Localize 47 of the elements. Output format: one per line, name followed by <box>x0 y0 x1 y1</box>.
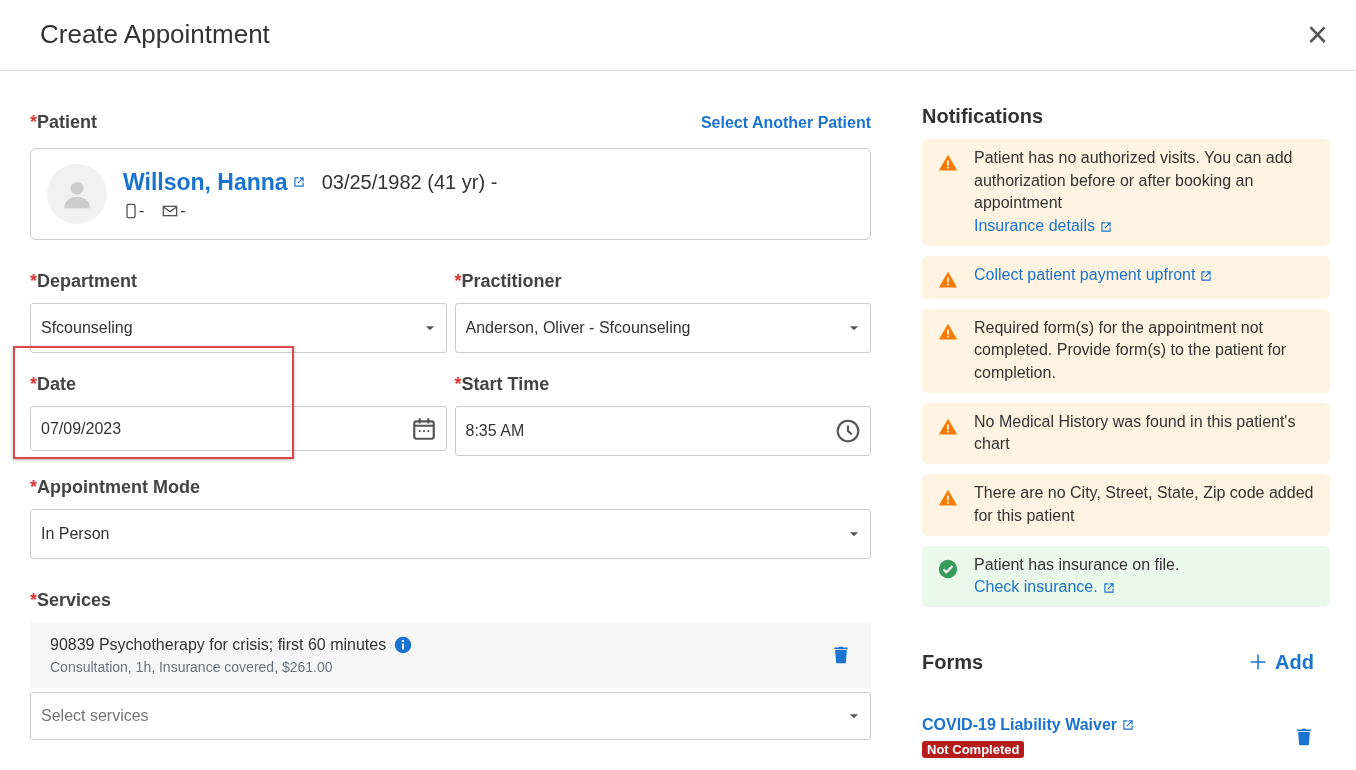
notification-text: There are no City, Street, State, Zip code added for this patient <box>974 483 1315 526</box>
external-link-icon <box>1199 268 1214 283</box>
field-label: *Department <box>30 270 138 293</box>
service-details: Consultation, 1h, Insurance covered, $261.00 <box>50 657 334 677</box>
date-field[interactable]: 07/09/2023 <box>30 406 447 451</box>
window-title: Create Appointment <box>40 19 270 51</box>
external-link-icon <box>291 175 306 189</box>
external-link-icon <box>1101 581 1116 596</box>
time-field[interactable]: 8:35 AM <box>454 406 871 456</box>
notification-text: Patient has insurance on file. <box>974 554 1180 575</box>
plus-icon <box>1249 653 1268 672</box>
select-field[interactable]: In Person <box>30 509 871 559</box>
add-button[interactable]: Add <box>1249 647 1314 678</box>
notification-link[interactable]: Check insurance. <box>974 578 1116 596</box>
select-patient-link[interactable]: Select Another Patient <box>700 111 871 135</box>
external-link-icon <box>1121 718 1135 733</box>
check-circle-icon <box>938 559 958 580</box>
form-link[interactable]: COVID-19 Liability Waiver <box>922 713 1135 738</box>
notification-text: Patient has no authorized visits. You can add authorization before or after booking an appointment <box>974 148 1294 214</box>
notification-link[interactable]: Collect patient payment upfront <box>974 265 1214 283</box>
status-badge: Not Completed <box>922 741 1025 759</box>
field-label: *Services <box>30 589 112 612</box>
phone-value: - <box>139 201 145 222</box>
patient-name-link[interactable]: Willson, Hanna <box>123 164 288 200</box>
section-title: Forms <box>922 650 984 676</box>
phone-icon <box>123 202 139 221</box>
clock-icon <box>835 418 861 444</box>
patient-dob: 03/25/1982 (41 yr) - <box>321 170 498 195</box>
section-title: Notifications <box>922 104 1045 129</box>
services-select[interactable]: Select services <box>30 692 871 740</box>
email-value: - <box>180 201 186 222</box>
external-link-icon <box>1098 219 1113 234</box>
info-icon <box>394 635 413 654</box>
field-label: *Practitioner <box>454 270 562 293</box>
warning-icon <box>938 322 958 343</box>
select-field[interactable]: Sfcounseling <box>30 303 447 353</box>
close-button[interactable]: × <box>1300 17 1334 53</box>
notification-text: No Medical History was found in this patient's chart <box>974 411 1297 455</box>
field-label: *Start Time <box>454 373 550 396</box>
select-field[interactable]: Anderson, Oliver - Sfcounseling <box>454 303 871 353</box>
notification-link[interactable]: Insurance details <box>974 217 1113 235</box>
calendar-icon <box>410 415 437 442</box>
field-label: *Patient <box>30 111 98 134</box>
notification-text: Required form(s) for the appointment not completed. Provide form(s) to the patient for completion. <box>974 317 1288 384</box>
field-label: *Appointment Mode <box>30 476 200 499</box>
service-title: 90839 Psychotherapy for crisis; first 60 minutes <box>50 634 387 655</box>
field-label: *Date <box>30 373 77 396</box>
